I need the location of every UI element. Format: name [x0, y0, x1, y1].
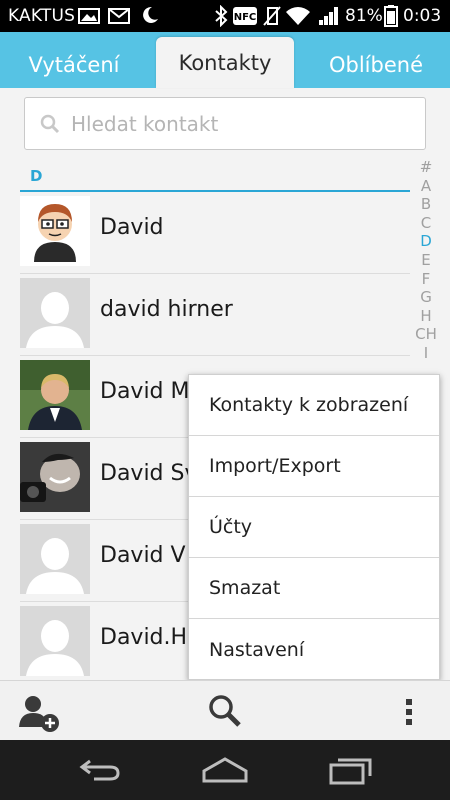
search-icon[interactable]: [208, 694, 242, 732]
back-icon[interactable]: [78, 757, 122, 787]
menu-item-settings[interactable]: Nastavení: [189, 619, 439, 680]
index-letter[interactable]: E: [408, 251, 444, 270]
home-icon[interactable]: [200, 755, 250, 789]
wifi-icon: [285, 6, 311, 31]
clock: 0:03: [403, 6, 442, 26]
add-contact-icon[interactable]: [18, 693, 60, 737]
alphabet-index[interactable]: # A B C D E F G H CH I: [408, 158, 444, 363]
tab-dialer[interactable]: Vytáčení: [0, 42, 148, 88]
avatar-photo: [20, 442, 90, 512]
index-letter-selected[interactable]: D: [408, 232, 444, 251]
contact-name: david hirner: [100, 297, 233, 322]
index-letter[interactable]: A: [408, 177, 444, 196]
recent-apps-icon[interactable]: [328, 756, 374, 790]
search-placeholder: Hledat kontakt: [71, 111, 219, 136]
contacts-screen: KAKTUS NFC 81% 0:03 Vytáčení Kontakty Ob…: [0, 0, 450, 800]
tab-favorites[interactable]: Oblíbené: [302, 42, 450, 88]
avatar-default: [20, 278, 90, 348]
battery-percent: 81%: [345, 6, 383, 26]
contact-name: David V: [100, 543, 186, 568]
menu-item-import-export[interactable]: Import/Export: [189, 436, 439, 497]
avatar-default: [20, 606, 90, 676]
image-icon: [78, 8, 100, 29]
signal-icon: [318, 6, 340, 31]
nfc-icon: NFC: [232, 6, 258, 31]
contact-name: David: [100, 215, 164, 240]
bluetooth-icon: [214, 4, 228, 32]
index-letter[interactable]: F: [408, 270, 444, 289]
status-bar: KAKTUS NFC 81% 0:03: [0, 0, 450, 32]
nfc-label: NFC: [234, 12, 257, 23]
tab-contacts[interactable]: Kontakty: [156, 37, 294, 88]
search-input[interactable]: Hledat kontakt: [24, 97, 426, 150]
moon-icon: [140, 5, 160, 30]
contact-name: David M: [100, 379, 190, 404]
gmail-icon: [108, 8, 130, 29]
avatar-cartoon: [20, 196, 90, 266]
vibrate-icon: [262, 5, 282, 32]
index-letter[interactable]: G: [408, 288, 444, 307]
carrier-name: KAKTUS: [8, 6, 76, 26]
section-header-letter: D: [30, 167, 43, 185]
index-letter[interactable]: B: [408, 195, 444, 214]
battery-icon: [384, 5, 398, 32]
avatar-photo: [20, 360, 90, 430]
system-nav-bar: [0, 740, 450, 800]
index-letter[interactable]: C: [408, 214, 444, 233]
overflow-menu-icon[interactable]: [404, 697, 414, 731]
contact-name: David.H: [100, 625, 188, 650]
contact-row[interactable]: david hirner: [0, 274, 410, 356]
menu-item-contacts-to-display[interactable]: Kontakty k zobrazení: [189, 375, 439, 436]
tab-bar: Vytáčení Kontakty Oblíbené: [0, 32, 450, 88]
overflow-menu: Kontakty k zobrazení Import/Export Účty …: [188, 374, 440, 680]
avatar-default: [20, 524, 90, 594]
index-letter[interactable]: CH: [408, 325, 444, 344]
menu-item-accounts[interactable]: Účty: [189, 497, 439, 558]
contact-name: David Sv: [100, 461, 198, 486]
menu-item-delete[interactable]: Smazat: [189, 558, 439, 619]
index-letter[interactable]: H: [408, 307, 444, 326]
index-letter[interactable]: I: [408, 344, 444, 363]
contact-row[interactable]: David: [0, 192, 410, 274]
bottom-action-bar: [0, 680, 450, 740]
index-letter[interactable]: #: [408, 158, 444, 177]
search-icon: [39, 113, 61, 135]
